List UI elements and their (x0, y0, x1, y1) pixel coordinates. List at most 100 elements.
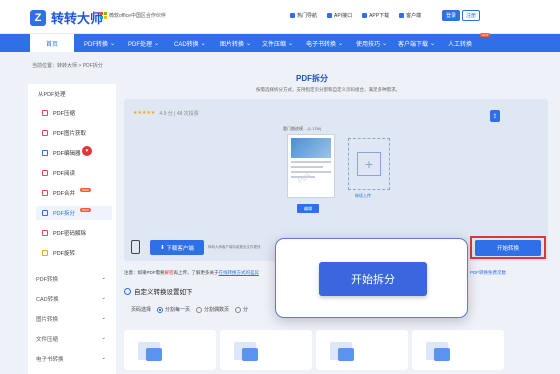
reader-icon (42, 170, 48, 176)
merge-icon (42, 190, 48, 196)
nav-item-pdf-convert[interactable]: PDF转换 ⌄ (84, 34, 115, 52)
login-button[interactable]: 登录 (442, 10, 460, 21)
nav-item-cad[interactable]: CAD转换 ⌄ (174, 34, 206, 52)
tool-tile-2[interactable] (220, 330, 312, 370)
tool-icon-overlay (434, 348, 450, 361)
radio-split-even-pages[interactable]: 分割偶数页 (196, 306, 229, 313)
sidebar-item-label: PDF合并 (53, 191, 76, 197)
start-split-button[interactable]: 开始拆分 (319, 262, 427, 296)
thumbnail-image (291, 138, 331, 158)
radio-split-every-page[interactable]: 分割每一页 (157, 306, 190, 313)
thumbnail-line (291, 161, 331, 163)
rotate-icon (42, 250, 48, 256)
sidebar-item-label: PDF编辑器 (53, 151, 81, 157)
sidebar-item-decrypt[interactable]: PDF密码解除 (36, 226, 112, 240)
sidebar-item-split[interactable]: PDF拆分 NEW (36, 206, 112, 220)
register-button[interactable]: 注册 (462, 10, 480, 21)
logo-text: 转转大师 (51, 11, 104, 26)
sidebar-item-merge[interactable]: PDF合并 NEW (36, 186, 112, 200)
category-image[interactable]: 图片转换 ⌄ (36, 315, 106, 323)
chevron-down-icon: ⌄ (430, 40, 436, 47)
tool-icon-overlay (146, 348, 162, 361)
download-client-button[interactable]: ⬇ 下载客户端 (150, 240, 204, 255)
zoom-callout: 开始拆分 (275, 238, 468, 318)
phone-icon (362, 13, 368, 18)
chevron-down-icon: ⌄ (110, 40, 116, 47)
api-icon (327, 13, 333, 18)
main-nav: 首页 PDF转换 ⌄ PDF处理 ⌄ CAD转换 ⌄ 图片转换 ⌄ 文件压缩 ⌄ 电子书转… (0, 33, 560, 52)
nav-item-image[interactable]: 图片转换 ⌄ (220, 34, 251, 52)
sidebar-item-label: PDF旋转 (53, 251, 76, 257)
sidebar-heading[interactable]: 从PDF处理 (38, 90, 66, 98)
new-badge: NEW (80, 208, 92, 212)
sidebar-item-label: PDF拆分 (53, 211, 76, 217)
download-label: 下载客户端 (166, 245, 194, 252)
nav-label: 人工转换 (448, 41, 473, 48)
site-logo[interactable]: Z 转转大师 (30, 8, 103, 27)
notice-mid: 再上传，了解更多关于 (173, 270, 219, 275)
split-icon (42, 210, 48, 216)
add-file-box[interactable]: + (348, 138, 390, 190)
heart-badge-icon: ♥ (82, 146, 92, 156)
nav-item-manual[interactable]: 人工转换 HOT (448, 33, 491, 52)
upload-icon[interactable]: ⇪ (490, 110, 500, 122)
file-thumbnail[interactable]: PDF (287, 134, 335, 198)
nav-item-pdf-process[interactable]: PDF处理 ⌄ (128, 34, 159, 52)
rating-text: 4.9 分 | 48 次投票 (159, 111, 199, 117)
chevron-down-icon: ⌄ (101, 295, 106, 301)
page-subtitle: 按需选择拆分方式，支持指定页分割和自定义页码组合，满足多种需求。 (256, 87, 400, 92)
top-link-label: API接口 (334, 13, 353, 19)
continue-upload-link[interactable]: 继续上传 (355, 193, 371, 199)
rating: ★★★★★ 4.9 分 | 48 次投票 (133, 110, 199, 117)
top-link-label: 客户端 (406, 13, 422, 19)
category-compress[interactable]: 文件压缩 ⌄ (36, 335, 106, 343)
radio-label: 分割每一页 (165, 307, 191, 313)
start-convert-button[interactable]: 开始转换 (475, 239, 541, 256)
compress-icon (42, 110, 48, 116)
chevron-down-icon: ⌄ (101, 335, 106, 341)
settings-title: 自定义转换设置如下 (124, 286, 193, 296)
tool-tile-4[interactable] (412, 330, 504, 370)
category-label: 电子书转换 (36, 357, 64, 363)
sidebar-item-reader[interactable]: PDF阅读 (36, 166, 112, 180)
category-pdf-convert[interactable]: PDF转换 ⌄ (36, 275, 106, 283)
category-cad[interactable]: CAD转换 ⌄ (36, 295, 106, 303)
nav-label: CAD转换 (174, 41, 199, 48)
nav-item-tips[interactable]: 使用技巧 ⌄ (356, 34, 387, 52)
sidebar-item-compress[interactable]: PDF压缩 (36, 106, 112, 120)
nav-item-client[interactable]: 客户端下载 ⌄ (398, 34, 435, 52)
notice-decrypt[interactable]: 解密 (165, 270, 174, 275)
sidebar-item-editor[interactable]: PDF编辑器 (36, 146, 112, 160)
sidebar-item-rotate[interactable]: PDF旋转 (36, 246, 112, 260)
page-title: PDF拆分 (296, 74, 328, 83)
microsoft-icon (100, 12, 107, 19)
radio-label: 分割偶数页 (204, 307, 230, 313)
breadcrumb: 当前位置：转转大师 > PDF拆分 (32, 63, 103, 69)
nav-item-home[interactable]: 首页 (30, 34, 74, 52)
download-icon (399, 13, 405, 18)
category-label: PDF转换 (36, 277, 59, 283)
radio-split-other[interactable]: 分 (235, 306, 248, 313)
chevron-down-icon: ⌄ (154, 40, 160, 47)
nav-item-ebook[interactable]: 电子书转换 ⌄ (306, 34, 343, 52)
nav-item-compress[interactable]: 文件压缩 ⌄ (262, 34, 293, 52)
top-link-nav[interactable]: 热门导航 (290, 12, 317, 19)
nav-label: 首页 (45, 41, 58, 48)
category-ebook[interactable]: 电子书转换 ⌄ (36, 355, 106, 363)
top-link-app[interactable]: APP下载 (362, 12, 389, 19)
chevron-down-icon: ⌄ (288, 40, 294, 47)
tool-tile-3[interactable] (316, 330, 408, 370)
notice-link[interactable]: 在线转换方式的差异 (219, 270, 260, 275)
nav-label: 电子书转换 (306, 41, 337, 48)
rating-stars-icon[interactable]: ★★★★★ (133, 110, 155, 117)
top-link-client[interactable]: 客户端 (399, 12, 421, 19)
top-link-api[interactable]: API接口 (327, 12, 352, 19)
top-link-label: APP下载 (369, 13, 390, 19)
chevron-down-icon: ⌄ (246, 40, 252, 47)
tool-tile-1[interactable] (124, 330, 216, 370)
edit-button[interactable]: 编辑 (297, 204, 319, 213)
chevron-down-icon: ⌄ (101, 315, 106, 321)
free-count-link[interactable]: PDF转换免费次数 (470, 270, 506, 276)
chevron-down-icon: ⌄ (101, 355, 106, 361)
sidebar-item-image-extract[interactable]: PDF图片获取 (36, 126, 112, 140)
